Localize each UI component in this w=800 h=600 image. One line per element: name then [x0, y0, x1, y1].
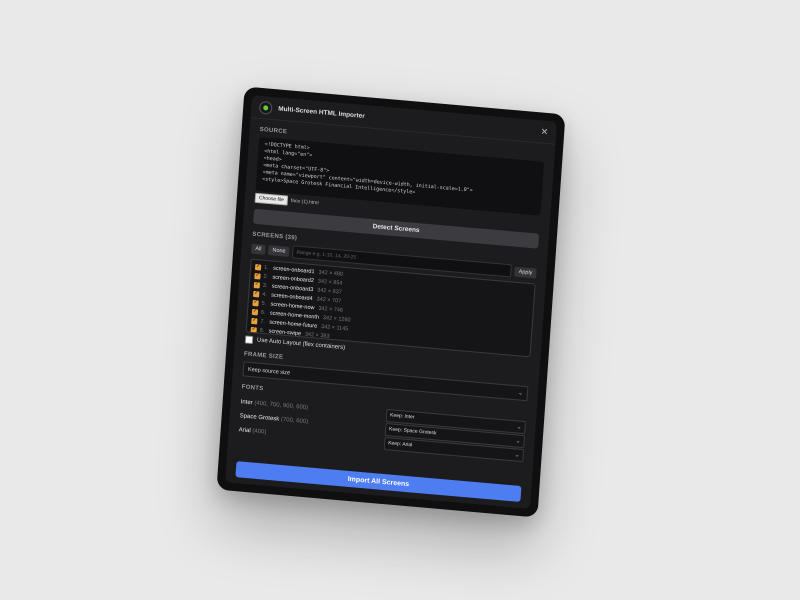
- choose-file-button[interactable]: Choose file: [254, 192, 289, 206]
- app-logo-icon: [258, 100, 273, 115]
- screen-number: 4.: [262, 291, 268, 298]
- screen-number: 8.: [259, 327, 265, 334]
- font-name: Space Grotesk: [239, 413, 280, 423]
- checkbox-checked-icon[interactable]: ✓: [250, 326, 257, 333]
- select-none-button[interactable]: None: [268, 244, 290, 257]
- screen-number: 6.: [260, 309, 266, 316]
- checkbox-checked-icon[interactable]: ✓: [251, 317, 258, 324]
- screen-number: 1.: [263, 264, 269, 271]
- screen-number: 2.: [263, 273, 269, 280]
- font-weights: (700, 600): [280, 416, 309, 426]
- checkbox-checked-icon[interactable]: ✓: [253, 281, 261, 288]
- screen-number: 7.: [260, 318, 266, 325]
- chevron-down-icon: ⌄: [514, 451, 520, 459]
- font-weights: (400, 700, 900, 600): [254, 400, 309, 412]
- checkbox-checked-icon[interactable]: ✓: [254, 263, 262, 271]
- chevron-down-icon: ⌄: [516, 423, 522, 431]
- apply-range-button[interactable]: Apply: [514, 266, 537, 279]
- checkbox-checked-icon[interactable]: ✓: [254, 272, 261, 280]
- checkbox-checked-icon[interactable]: ✓: [253, 290, 260, 297]
- screen-number: 5.: [261, 300, 267, 307]
- file-name: face (1).html: [290, 197, 319, 207]
- font-map-value: Keep: Inter: [389, 412, 415, 421]
- font-name: Inter: [240, 399, 253, 407]
- screen-size: 342 × 383: [304, 331, 330, 340]
- close-icon[interactable]: ✕: [540, 126, 548, 137]
- font-map-value: Keep: Space Grotesk: [388, 426, 437, 437]
- font-weights: (400): [252, 428, 267, 436]
- auto-layout-checkbox[interactable]: [244, 335, 254, 345]
- font-map-value: Keep: Arial: [387, 440, 413, 449]
- checkbox-checked-icon[interactable]: ✓: [251, 308, 259, 315]
- chevron-down-icon: ⌄: [515, 437, 521, 445]
- checkbox-checked-icon[interactable]: ✓: [252, 299, 259, 306]
- frame-size-value: Keep source size: [247, 366, 291, 376]
- screen-name: screen-swipe: [268, 327, 302, 337]
- plugin-panel: Multi-Screen HTML Importer ✕ SOURCE <!DO…: [225, 95, 557, 509]
- tablet-device: Multi-Screen HTML Importer ✕ SOURCE <!DO…: [216, 86, 566, 518]
- screen-number: 3.: [262, 282, 268, 289]
- select-all-button[interactable]: All: [251, 243, 266, 255]
- font-name: Arial: [238, 427, 251, 435]
- chevron-down-icon: ⌄: [517, 390, 524, 397]
- import-all-button[interactable]: Import All Screens: [235, 461, 522, 503]
